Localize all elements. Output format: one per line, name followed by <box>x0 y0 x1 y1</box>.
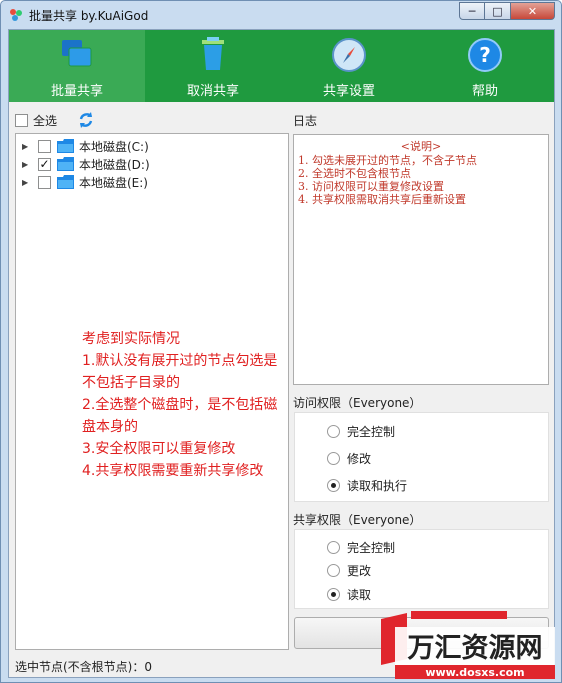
radio-button[interactable] <box>327 541 340 554</box>
node-name-c: 本地磁盘(C:) <box>79 139 149 154</box>
expand-arrow-icon[interactable]: ▶ <box>22 160 32 169</box>
watermark-brand: 万汇资源网 <box>408 633 543 664</box>
app-icon <box>10 9 22 21</box>
radio-label: 读取 <box>347 588 372 602</box>
access-option-full[interactable]: 完全控制 <box>327 423 395 440</box>
radio-label: 读取和执行 <box>347 479 408 493</box>
minimize-button[interactable]: ─ <box>459 2 485 20</box>
help-icon: ? <box>468 38 502 72</box>
node-checkbox-d[interactable]: ✓ <box>38 157 51 171</box>
share-settings-button[interactable]: 共享设置 <box>281 30 417 102</box>
batch-share-label: 批量共享 <box>50 84 103 99</box>
log-textbox[interactable]: <说明> 1. 勾选未展开过的节点，不含子节点 2. 全选时不包含根节点 3. … <box>293 134 549 385</box>
folder-icon <box>57 175 74 189</box>
select-all[interactable]: 全选 <box>15 110 57 130</box>
access-permission-group: 完全控制 修改 读取和执行 <box>294 412 549 502</box>
folder-icon <box>57 139 74 153</box>
node-checkbox-c[interactable] <box>38 139 51 153</box>
compass-icon <box>332 38 366 72</box>
radio-button[interactable] <box>327 479 340 492</box>
node-name-d: 本地磁盘(D:) <box>79 157 150 172</box>
drive-tree[interactable]: ▶ 本地磁盘(C:) ▶ ✓ 本地磁盘(D:) ▶ 本地磁盘(E:) 考虑到实际… <box>15 133 289 650</box>
select-all-checkbox[interactable] <box>15 113 28 127</box>
help-button[interactable]: ? 帮助 <box>417 30 553 102</box>
toolbar: 批量共享 取消共享 共享设置 ? 帮助 <box>9 30 554 102</box>
left-panel: 全选 ▶ 本地磁盘(C:) ▶ ✓ 本地磁盘(D:) ▶ 本地磁盘(E:) 考虑… <box>15 110 289 650</box>
radio-label: 完全控制 <box>347 541 396 555</box>
radio-label: 更改 <box>347 564 372 578</box>
note-line: 2.全选整个磁盘时，是不包括磁盘本身的 <box>82 397 278 435</box>
share-settings-label: 共享设置 <box>322 84 375 99</box>
cancel-share-label: 取消共享 <box>186 84 239 99</box>
access-option-modify[interactable]: 修改 <box>327 450 371 467</box>
note-line: 3.安全权限可以重复修改 <box>82 441 236 457</box>
radio-label: 完全控制 <box>347 425 396 439</box>
radio-label: 修改 <box>347 452 372 466</box>
log-title: 日志 <box>293 114 318 128</box>
radio-button[interactable] <box>327 564 340 577</box>
note-line: 考虑到实际情况 <box>82 331 180 347</box>
share-option-full[interactable]: 完全控制 <box>327 539 395 556</box>
watermark-url: www.dosxs.com <box>425 666 524 679</box>
node-checkbox-e[interactable] <box>38 175 51 189</box>
watermark-logo: 万汇资源网 www.dosxs.com <box>381 611 555 679</box>
access-permission-title: 访问权限（Everyone） <box>293 396 422 410</box>
expand-arrow-icon[interactable]: ▶ <box>22 142 32 151</box>
tree-node-e[interactable]: ▶ 本地磁盘(E:) <box>22 173 148 191</box>
tree-node-d[interactable]: ▶ ✓ 本地磁盘(D:) <box>22 155 150 173</box>
share-permission-group: 完全控制 更改 读取 <box>294 529 549 609</box>
log-line: 3. 访问权限可以重复修改设置 <box>298 180 444 193</box>
trash-icon <box>202 37 224 70</box>
annotation-note: 考虑到实际情况 1.默认没有展开过的节点勾选是不包括子目录的 2.全选整个磁盘时… <box>82 328 288 482</box>
expand-arrow-icon[interactable]: ▶ <box>22 178 32 187</box>
log-line: 1. 勾选未展开过的节点，不含子节点 <box>298 154 477 167</box>
main-window: 批量共享 by.KuAiGod ─ □ ✕ 批量共享 取消共享 共享设置 ? 帮… <box>0 0 562 683</box>
window-title: 批量共享 by.KuAiGod <box>29 9 149 23</box>
right-panel: 日志 <说明> 1. 勾选未展开过的节点，不含子节点 2. 全选时不包含根节点 … <box>293 110 550 650</box>
radio-button[interactable] <box>327 425 340 438</box>
title-bar[interactable]: 批量共享 by.KuAiGod ─ □ ✕ <box>1 1 561 29</box>
svg-text:?: ? <box>479 43 491 67</box>
log-line: 4. 共享权限需取消共享后重新设置 <box>298 193 466 206</box>
maximize-button[interactable]: □ <box>485 2 511 20</box>
batch-share-button[interactable]: 批量共享 <box>9 30 145 102</box>
tree-node-c[interactable]: ▶ 本地磁盘(C:) <box>22 137 149 155</box>
note-line: 4.共享权限需要重新共享修改 <box>82 463 264 479</box>
window-controls: ─ □ ✕ <box>459 2 555 20</box>
cancel-share-button[interactable]: 取消共享 <box>145 30 281 102</box>
share-windows-icon <box>62 40 92 67</box>
select-all-label: 全选 <box>33 113 58 128</box>
radio-button[interactable] <box>327 452 340 465</box>
radio-button[interactable] <box>327 588 340 601</box>
access-option-read-execute[interactable]: 读取和执行 <box>327 477 407 494</box>
log-line: 2. 全选时不包含根节点 <box>298 167 411 180</box>
status-bar: 选中节点(不含根节点)：0 <box>15 660 152 674</box>
node-name-e: 本地磁盘(E:) <box>79 175 148 190</box>
note-line: 1.默认没有展开过的节点勾选是不包括子目录的 <box>82 353 278 391</box>
share-option-change[interactable]: 更改 <box>327 562 371 579</box>
share-permission-title: 共享权限（Everyone） <box>293 513 422 527</box>
share-option-read[interactable]: 读取 <box>327 586 371 603</box>
folder-icon <box>57 157 74 171</box>
close-button[interactable]: ✕ <box>511 2 555 20</box>
help-label: 帮助 <box>471 84 498 99</box>
client-area: 批量共享 取消共享 共享设置 ? 帮助 全选 ▶ 本地磁盘(C:) ▶ ✓ 本地… <box>8 29 555 678</box>
log-heading: <说明> <box>400 140 442 153</box>
refresh-icon[interactable] <box>77 111 95 129</box>
